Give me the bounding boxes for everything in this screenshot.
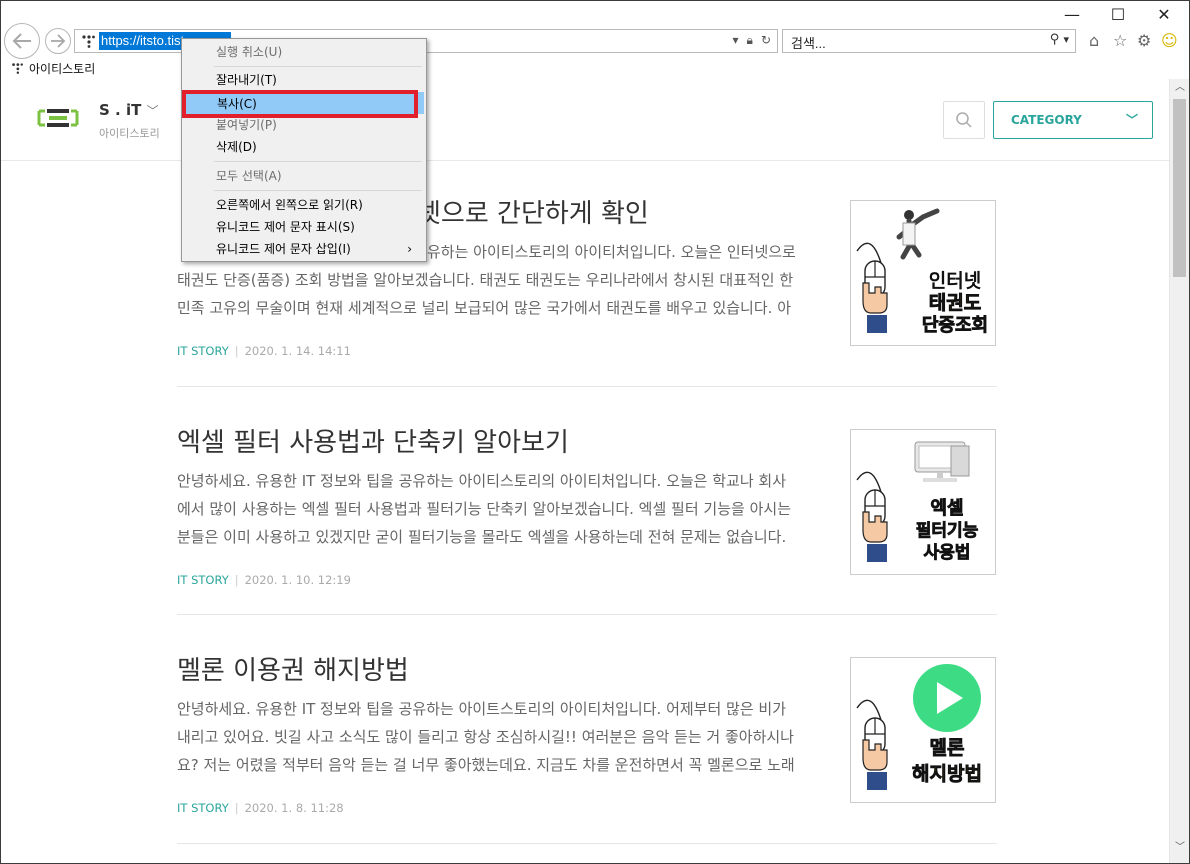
thumbnail-excel-image: 엑셀 필터기능 사용법 (856, 441, 979, 563)
post-date: 2020. 1. 14. 14:11 (244, 344, 351, 358)
tab-favicon-icon (12, 63, 23, 74)
post-divider (177, 614, 997, 615)
home-icon[interactable]: ⌂ (1089, 31, 1099, 50)
site-logo-icon[interactable] (37, 107, 79, 129)
maximize-button[interactable]: ☐ (1103, 5, 1133, 24)
site-name-text: S . iT (99, 101, 142, 119)
thumb-text: 단증조회 (922, 315, 988, 336)
meta-separator: | (234, 344, 239, 358)
context-menu: 실행 취소(U) 잘라내기(T) 복사(C) 붙여넣기(P) 삭제(D) 모두 … (181, 38, 427, 262)
category-dropdown[interactable]: CATEGORY ﹀ (993, 101, 1153, 139)
page-content: S . iT ﹀ 아이티스토리 CATEGORY ﹀ 넷으로 간단하게 확인 유… (1, 79, 1169, 863)
menu-item-delete[interactable]: 삭제(D) (184, 136, 424, 158)
tab-title[interactable]: 아이티스토리 (29, 60, 95, 77)
chevron-down-icon: ﹀ (1125, 113, 1138, 127)
thumb-text: 해지방법 (912, 763, 982, 785)
post-thumbnail[interactable]: 멜론 해지방법 (850, 657, 996, 803)
close-button[interactable]: ✕ (1149, 5, 1179, 24)
site-subtitle: 아이티스토리 (99, 127, 160, 140)
meta-separator: | (234, 801, 239, 815)
settings-gear-icon[interactable]: ⚙ (1137, 31, 1151, 50)
address-tools: ▾ 🔒︎ ↻ (733, 33, 771, 48)
browser-toolbar: — ☐ ✕ https://itsto.tist ▾ 🔒︎ ↻ 검색... ⚲ … (1, 1, 1189, 59)
thumb-text: 멜론 (930, 737, 965, 759)
post-item[interactable]: 멜론 이용권 해지방법 안녕하세요. 유용한 IT 정보와 팁을 공유하는 아이… (177, 653, 997, 815)
post-divider (177, 843, 997, 844)
lock-icon[interactable]: 🔒︎ (747, 33, 753, 48)
excerpt-line: 분들은 이미 사용하고 있겠지만 굳이 필터기능을 몰라도 엑셀을 사용하는데 … (177, 528, 787, 546)
menu-separator (214, 66, 422, 67)
scroll-up-icon[interactable]: ︿ (1170, 79, 1190, 97)
forward-button[interactable] (45, 28, 71, 54)
excerpt-line: 안녕하세요. 유용한 IT 정보와 팁을 공유하는 아이트스토리의 아이티처입니… (177, 700, 787, 718)
forward-arrow-icon (51, 34, 66, 48)
post-item[interactable]: 엑셀 필터 사용법과 단축키 알아보기 안녕하세요. 유용한 IT 정보와 팁을… (177, 425, 997, 587)
excerpt-line: 안녕하세요. 유용한 IT 정보와 팁을 공유하는 아이티스토리의 아이티처입니… (177, 472, 787, 490)
post-excerpt: 안녕하세요. 유용한 IT 정보와 팁을 공유하는 아이트스토리의 아이티처입니… (177, 695, 817, 779)
site-header: S . iT ﹀ 아이티스토리 CATEGORY ﹀ (1, 79, 1169, 161)
submenu-arrow-icon: › (407, 242, 412, 256)
category-label: CATEGORY (1011, 113, 1082, 127)
post-date: 2020. 1. 8. 11:28 (244, 801, 344, 815)
back-arrow-icon (12, 33, 31, 49)
menu-item-rtl-reading[interactable]: 오른쪽에서 왼쪽으로 읽기(R) (184, 194, 424, 216)
search-dropdown-icon[interactable]: ▾ (1063, 33, 1069, 46)
search-input[interactable]: 검색... (791, 33, 826, 52)
post-divider (177, 386, 997, 387)
excerpt-line: 민족 고유의 무술이며 현재 세계적으로 널리 보급되어 많은 국가에서 태권도… (177, 299, 791, 317)
meta-separator: | (234, 573, 239, 587)
thumb-text: 사용법 (924, 543, 971, 563)
scroll-down-icon[interactable]: ﹀ (1170, 839, 1190, 857)
excerpt-line: 내리고 있어요. 빗길 사고 소식도 많이 들리고 항상 조심하시길!! 여러분… (177, 728, 794, 746)
favorites-star-icon[interactable]: ☆ (1113, 31, 1127, 50)
excerpt-line: 요? 저는 어렸을 적부터 음악 듣는 걸 너무 좋아했는데요. 지금도 차를 … (177, 756, 795, 774)
thumb-text: 필터기능 (916, 521, 979, 541)
menu-item-select-all[interactable]: 모두 선택(A) (184, 165, 424, 187)
site-favicon-icon (82, 35, 95, 48)
scroll-thumb[interactable] (1173, 99, 1186, 277)
menu-item-undo[interactable]: 실행 취소(U) (184, 41, 424, 63)
refresh-icon[interactable]: ↻ (761, 33, 771, 48)
search-tools: ⚲ ▾ (1050, 32, 1069, 47)
menu-item-show-unicode[interactable]: 유니코드 제어 문자 표시(S) (184, 216, 424, 238)
post-thumbnail[interactable]: 인터넷 태권도 단증조회 (850, 200, 996, 346)
site-name[interactable]: S . iT ﹀ (99, 101, 159, 119)
browser-window: — ☐ ✕ https://itsto.tist ▾ 🔒︎ ↻ 검색... ⚲ … (0, 0, 1190, 864)
excerpt-line: 에서 많이 사용하는 엑셀 필터 사용법과 필터기능 단축키 알아보겠습니다. … (177, 500, 791, 518)
back-button[interactable] (4, 23, 40, 59)
smiley-feedback-icon[interactable]: ☺ (1161, 31, 1178, 50)
post-date: 2020. 1. 10. 12:19 (244, 573, 351, 587)
thumb-text: 태권도 (929, 292, 981, 314)
post-category[interactable]: IT STORY (177, 344, 229, 358)
vertical-scrollbar[interactable]: ︿ ﹀ (1169, 79, 1189, 863)
minimize-button[interactable]: — (1057, 5, 1087, 24)
search-icon (956, 112, 972, 128)
tab-bar: 아이티스토리 (1, 59, 1189, 79)
menu-separator (214, 190, 422, 191)
dropdown-icon[interactable]: ▾ (733, 33, 739, 48)
post-excerpt: 안녕하세요. 유용한 IT 정보와 팁을 공유하는 아이티스토리의 아이티처입니… (177, 467, 817, 551)
thumbnail-melon-image: 멜론 해지방법 (856, 664, 982, 790)
thumb-text: 엑셀 (930, 498, 963, 519)
site-search-button[interactable] (943, 101, 985, 139)
menu-item-label: 유니코드 제어 문자 삽입(I) (216, 242, 351, 256)
excerpt-line: 태권도 단증(품증) 조회 방법을 알아보겠습니다. 태권도 태권도는 우리나라… (177, 271, 794, 289)
menu-separator (214, 161, 422, 162)
menu-item-cut[interactable]: 잘라내기(T) (184, 69, 424, 91)
search-bar[interactable]: 검색... ⚲ ▾ (782, 29, 1076, 53)
post-category[interactable]: IT STORY (177, 801, 229, 815)
thumbnail-taekwondo-image: 인터넷 태권도 단증조회 (856, 208, 989, 336)
thumb-text: 인터넷 (929, 270, 981, 292)
search-icon[interactable]: ⚲ (1050, 32, 1060, 47)
post-category[interactable]: IT STORY (177, 573, 229, 587)
menu-item-insert-unicode[interactable]: 유니코드 제어 문자 삽입(I) › (184, 238, 424, 260)
highlight-annotation-box (182, 90, 418, 118)
post-title-text: 넷으로 간단하게 확인 (417, 199, 649, 229)
chevron-down-icon: ﹀ (146, 104, 159, 118)
post-thumbnail[interactable]: 엑셀 필터기능 사용법 (850, 429, 996, 575)
